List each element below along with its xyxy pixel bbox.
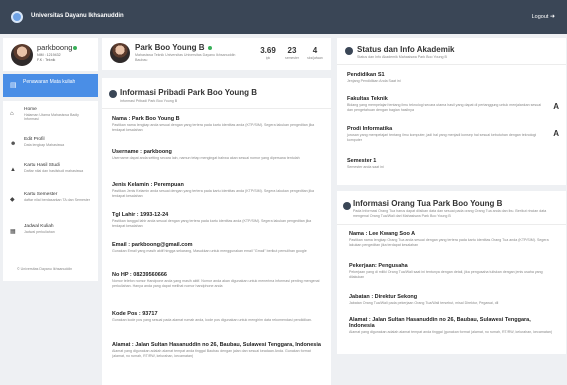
- field-fakultas: Fakultas Teknik Bidang yang mempelajari …: [347, 96, 541, 112]
- brand-name: Universitas Dayanu Ikhsanuddin: [31, 13, 124, 19]
- grade-fakultas: A: [553, 102, 559, 111]
- personal-info-card: Informasi Pribadi Park Boo Young B Infor…: [102, 78, 331, 385]
- sidebar-item-kartu-semester[interactable]: ◆ Kartu Semester daftar nilai berdasarka…: [3, 190, 98, 214]
- stat-semester: 23 semester: [285, 46, 299, 60]
- folder-icon: ▤: [10, 82, 17, 89]
- divider: [337, 224, 566, 225]
- grade-prodi: A: [553, 129, 559, 138]
- sidebar-item-home[interactable]: ⌂ Home Halaman Utama Mahasiswa Badiy Inf…: [3, 105, 98, 129]
- field-pekerjaan: Pekerjaan: Pengusaha Pekerjaan yang di m…: [349, 263, 543, 279]
- info-icon: [109, 90, 117, 98]
- profile-name: parkboong: [37, 43, 78, 52]
- field-semester: Semester 1 Semester anda saat ini: [347, 158, 384, 169]
- field-tgl-lahir: Tgl Lahir : 1993-12-24 Pastikan tanggal …: [112, 212, 312, 228]
- stat-sks: 4 sks/jalwan: [307, 46, 323, 60]
- stat-ipk: 3.69 ipk: [260, 46, 276, 60]
- avatar: [11, 44, 33, 66]
- divider: [102, 108, 331, 109]
- student-subtitle: Mahasiswa Teknik Universitas Universitas…: [135, 53, 236, 62]
- sidebar-item-jadwal-kuliah[interactable]: ▦ Jadwal Kuliah Jadwal perkuliahan: [3, 222, 98, 246]
- avatar: [110, 43, 130, 63]
- graduation-cap-icon: ▲: [10, 167, 16, 173]
- student-header-card: Park Boo Young B Mahasiswa Teknik Univer…: [102, 38, 331, 70]
- parent-info-subtitle: Pada Informasi Orang Tua harus dapat dii…: [353, 209, 547, 218]
- parent-info-card: Informasi Orang Tua Park Boo Young B Pad…: [337, 191, 566, 354]
- field-kode-pos: Kode Pos : 93717 Gunakan kode pos yang s…: [112, 311, 312, 322]
- field-no-hp: No HP : 08239560666 Nomor telefon nomor …: [112, 272, 320, 288]
- academic-info-subtitle: Status dan Info Akademik Mahasiswa Park …: [357, 55, 447, 59]
- logout-icon: ➜: [549, 14, 555, 20]
- field-pendidikan: Pendidikan S1 Jenjang Pendidikan Anda Sa…: [347, 72, 401, 83]
- profile-meta: NIM : 1219432 F.K : Teknik: [37, 53, 61, 62]
- tag-icon: ◆: [10, 197, 15, 203]
- sidebar-item-kartu-hasil-studi[interactable]: ▲ Kartu Hasil Studi Daftar nilai dan has…: [3, 161, 98, 185]
- field-jenis-kelamin: Jenis Kelamin : Perempuan Pastikan Jenis…: [112, 182, 314, 198]
- field-username: Username : parkboong Username dapat anda…: [112, 149, 300, 160]
- logout-button[interactable]: Logout ➜: [532, 13, 555, 20]
- personal-info-title: Informasi Pribadi Park Boo Young B: [120, 88, 258, 97]
- field-nama-ortu: Nama : Lee Kwang Soo A Pastikan nama len…: [349, 231, 549, 247]
- calendar-icon: ▦: [10, 229, 16, 235]
- field-prodi: Prodi Informatika jurusan yang mempelaja…: [347, 126, 537, 142]
- user-icon: ☻: [10, 141, 17, 147]
- academic-info-title: Status dan Info Akademik: [357, 45, 455, 54]
- field-alamat-ortu: Alamat : Jalan Sultan Hasanuddin no 26, …: [349, 317, 553, 334]
- home-icon: ⌂: [10, 111, 14, 117]
- personal-info-subtitle: Informasi Pribadi Park Boo Young B: [120, 99, 178, 103]
- field-email: Email : parkboong@gmail.com Gunakan Emai…: [112, 242, 307, 253]
- academic-info-card: Status dan Info Akademik Status dan Info…: [337, 38, 566, 185]
- student-name: Park Boo Young B: [135, 43, 212, 52]
- sidebar-item-penawaran-mata-kuliah[interactable]: ▤ Penawaran Mata kuliah: [3, 74, 98, 97]
- parent-info-title: Informasi Orang Tua Park Boo Young B: [353, 199, 503, 208]
- info-icon: [343, 202, 351, 210]
- copyright: © Universitas Dayanu Ikhsanuddin: [17, 267, 73, 271]
- sidebar-item-edit-profil[interactable]: ☻ Edit Profil Data lengkap Mahasiswa: [3, 135, 98, 159]
- online-status-icon: [207, 46, 212, 50]
- online-status-icon: [73, 46, 78, 50]
- field-alamat: Alamat : Jalan Sultan Hasanuddin no 26, …: [112, 342, 321, 358]
- field-nama: Nama : Park Boo Young B Pastikan nama le…: [112, 116, 315, 132]
- divider: [337, 64, 566, 65]
- field-jabatan: Jabatan : Direktur Sekong Jabatan Orang …: [349, 294, 499, 305]
- sidebar-menu: ⌂ Home Halaman Utama Mahasiswa Badiy Inf…: [3, 101, 98, 281]
- info-icon: [345, 47, 353, 55]
- sidebar-profile: parkboong NIM : 1219432 F.K : Teknik: [3, 38, 98, 71]
- university-logo-icon: [11, 11, 23, 23]
- top-navbar: Universitas Dayanu Ikhsanuddin Logout ➜: [0, 0, 567, 34]
- sidebar: parkboong NIM : 1219432 F.K : Teknik ▤ P…: [3, 38, 98, 385]
